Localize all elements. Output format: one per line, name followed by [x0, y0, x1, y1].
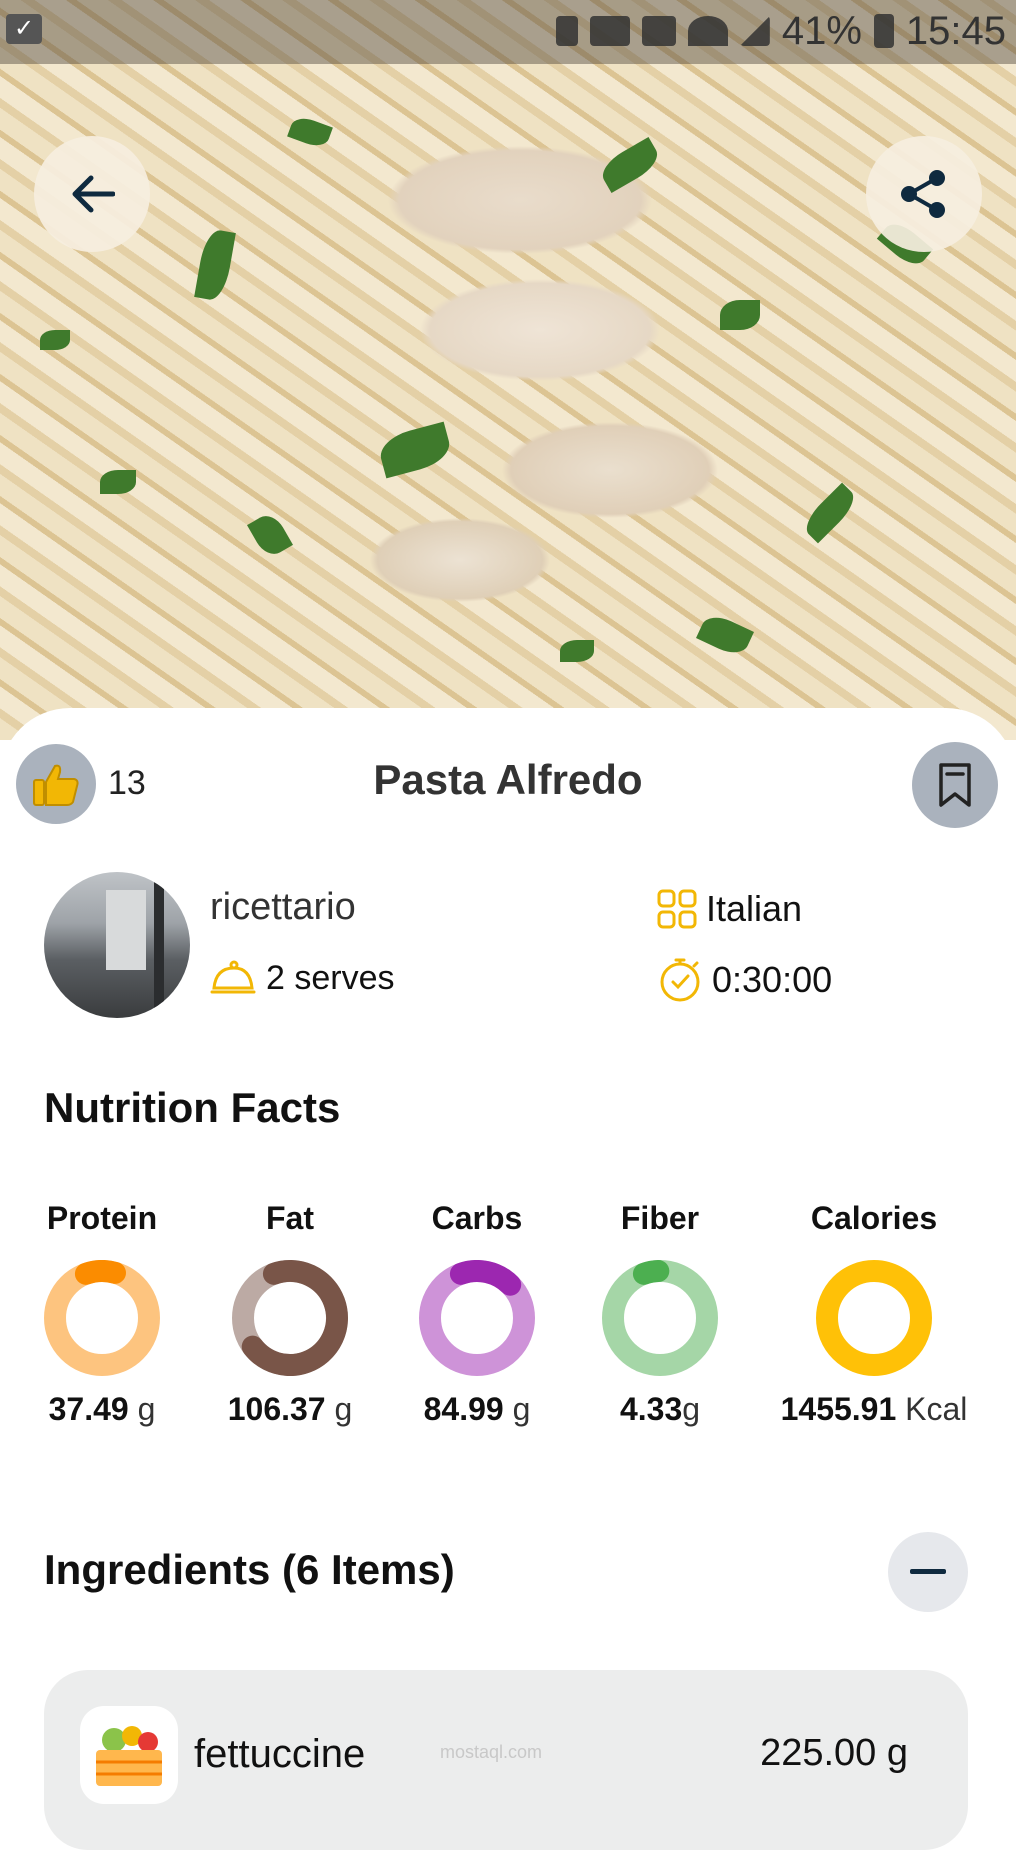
nutrition-value: 1455.91 — [780, 1391, 897, 1427]
share-button[interactable] — [866, 136, 982, 252]
produce-crate-icon — [80, 1706, 178, 1804]
nutrition-label: Carbs — [431, 1200, 523, 1236]
cloche-icon — [210, 960, 256, 994]
mute-icon — [641, 16, 676, 46]
nutrition-label: Protein — [46, 1200, 158, 1236]
nutrition-label: Fiber — [620, 1200, 700, 1236]
back-button[interactable] — [34, 136, 150, 252]
nutrition-unit: Kcal — [905, 1391, 968, 1427]
bookmark-icon — [939, 763, 971, 807]
nutrition-label: Fat — [266, 1200, 314, 1236]
nutrition-value: 4.33 — [619, 1391, 683, 1427]
recipe-title: Pasta Alfredo — [373, 756, 643, 803]
bookmark-button[interactable] — [912, 742, 998, 828]
author-name[interactable]: ricettario — [210, 886, 356, 929]
recipe-hero-image — [0, 0, 1016, 740]
nutrition-heading: Nutrition Facts — [44, 1084, 341, 1131]
nutrition-fat: Fat 106.37 g — [200, 1200, 380, 1428]
serves-info: 2 serves — [210, 958, 395, 998]
notification-icon — [555, 16, 578, 46]
grid-icon — [657, 889, 697, 929]
nutrition-unit: g — [682, 1391, 701, 1427]
ring-track — [816, 1260, 932, 1376]
fiber-ring — [602, 1260, 718, 1376]
signal-icon — [739, 16, 770, 46]
nutrition-value: 37.49 — [48, 1391, 129, 1427]
share-icon — [901, 170, 945, 218]
author-avatar[interactable] — [44, 872, 190, 1018]
wifi-icon — [687, 16, 728, 46]
calories-ring — [816, 1260, 932, 1376]
nutrition-label: Calories — [810, 1200, 938, 1236]
cook-time-info: 0:30:00 — [656, 956, 832, 1004]
protein-ring — [44, 1260, 160, 1376]
status-bar: ✓ 41% 15:45 — [0, 0, 1016, 64]
arrow-left-icon — [72, 175, 115, 213]
nutrition-unit: g — [334, 1391, 353, 1427]
stopwatch-icon — [660, 958, 700, 1002]
cast-icon — [589, 16, 630, 46]
watermark: mostaql.com — [440, 1742, 543, 1762]
minus-icon — [910, 1569, 946, 1574]
battery-percent: 41% — [781, 8, 862, 53]
nutrition-unit: g — [137, 1391, 156, 1427]
nutrition-value: 106.37 — [227, 1391, 326, 1427]
nutrition-fiber: Fiber 4.33g — [570, 1200, 750, 1428]
nutrition-unit: g — [512, 1391, 531, 1427]
fat-ring — [232, 1260, 348, 1376]
carbs-ring — [419, 1260, 535, 1376]
nutrition-carbs: Carbs 84.99 g — [387, 1200, 567, 1428]
serves-text: 2 serves — [266, 958, 395, 997]
ingredient-name: fettuccine — [194, 1732, 366, 1776]
battery-icon — [873, 14, 894, 48]
collapse-ingredients-button[interactable] — [888, 1532, 968, 1612]
ring-track — [44, 1260, 160, 1376]
cuisine-info: Italian — [656, 888, 802, 930]
cuisine-text: Italian — [706, 888, 803, 929]
ingredients-heading: Ingredients (6 Items) — [44, 1546, 455, 1593]
clock: 15:45 — [905, 8, 1006, 53]
ingredient-quantity: 225.00 g — [760, 1732, 908, 1774]
nutrition-protein: Protein 37.49 g — [12, 1200, 192, 1428]
ring-track — [602, 1260, 718, 1376]
checkbox-notification-icon: ✓ — [6, 14, 42, 44]
nutrition-value: 84.99 — [423, 1391, 504, 1427]
nutrition-calories: Calories 1455.91 Kcal — [774, 1200, 974, 1428]
cook-time-text: 0:30:00 — [712, 959, 833, 1000]
